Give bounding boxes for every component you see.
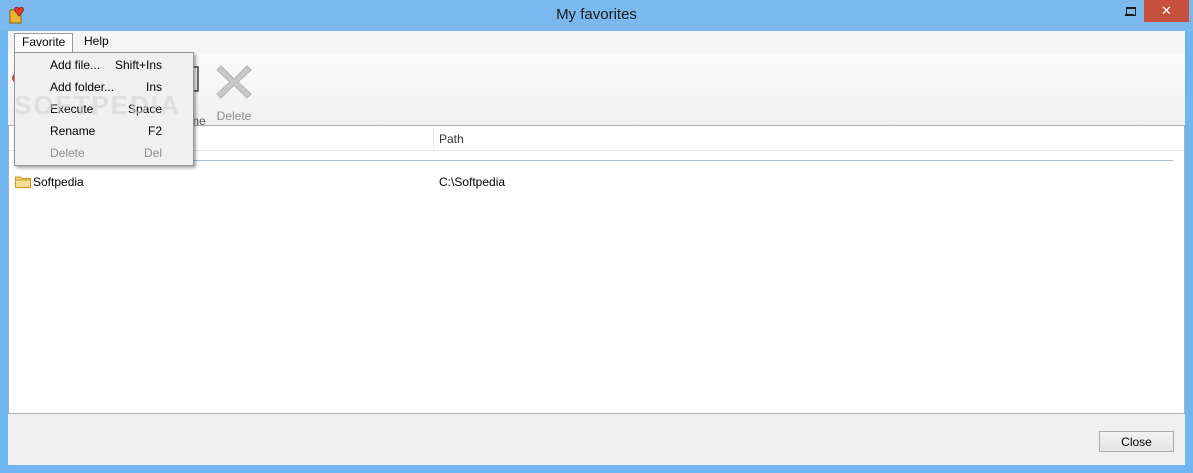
close-button[interactable]: Close xyxy=(1099,431,1174,452)
menu-help[interactable]: Help xyxy=(77,33,116,52)
maximize-icon xyxy=(1126,7,1136,17)
menu-item-rename[interactable]: Rename F2 xyxy=(17,120,191,142)
column-header-path[interactable]: Path xyxy=(439,132,464,146)
delete-label: Delete xyxy=(50,146,85,160)
folder-icon xyxy=(15,176,31,188)
rename-label: Rename xyxy=(50,124,96,138)
rename-shortcut: F2 xyxy=(147,124,162,138)
delete-shortcut: Del xyxy=(143,146,162,160)
add-file-shortcut: Shift+Ins xyxy=(114,58,162,72)
favorites-list[interactable]: Path Softpedia C:\Softpedia xyxy=(8,125,1185,414)
add-file-label: Add file... xyxy=(50,58,101,72)
app-window: My favorites ✕ Favorite Help me Delete P… xyxy=(0,0,1193,473)
title-bar[interactable]: My favorites ✕ xyxy=(0,0,1193,31)
close-icon: ✕ xyxy=(1161,3,1172,18)
maximize-button[interactable] xyxy=(1118,0,1144,22)
watermark: SOFTPEDIA xyxy=(14,90,181,120)
item-name: Softpedia xyxy=(33,175,84,189)
delete-tool-label: Delete xyxy=(216,109,252,123)
delete-x-icon xyxy=(216,65,252,99)
menu-item-delete[interactable]: Delete Del xyxy=(17,142,191,164)
menu-item-add-file[interactable]: Add file... Shift+Ins xyxy=(17,54,191,76)
list-item[interactable]: Softpedia C:\Softpedia xyxy=(9,173,1184,190)
footer: Close xyxy=(8,414,1185,465)
menu-favorite[interactable]: Favorite xyxy=(14,33,74,52)
item-path: C:\Softpedia xyxy=(439,175,506,189)
close-window-button[interactable]: ✕ xyxy=(1144,0,1189,22)
column-divider[interactable] xyxy=(433,128,434,149)
window-title: My favorites xyxy=(556,6,637,23)
menu-bar: Favorite Help xyxy=(8,31,1185,53)
